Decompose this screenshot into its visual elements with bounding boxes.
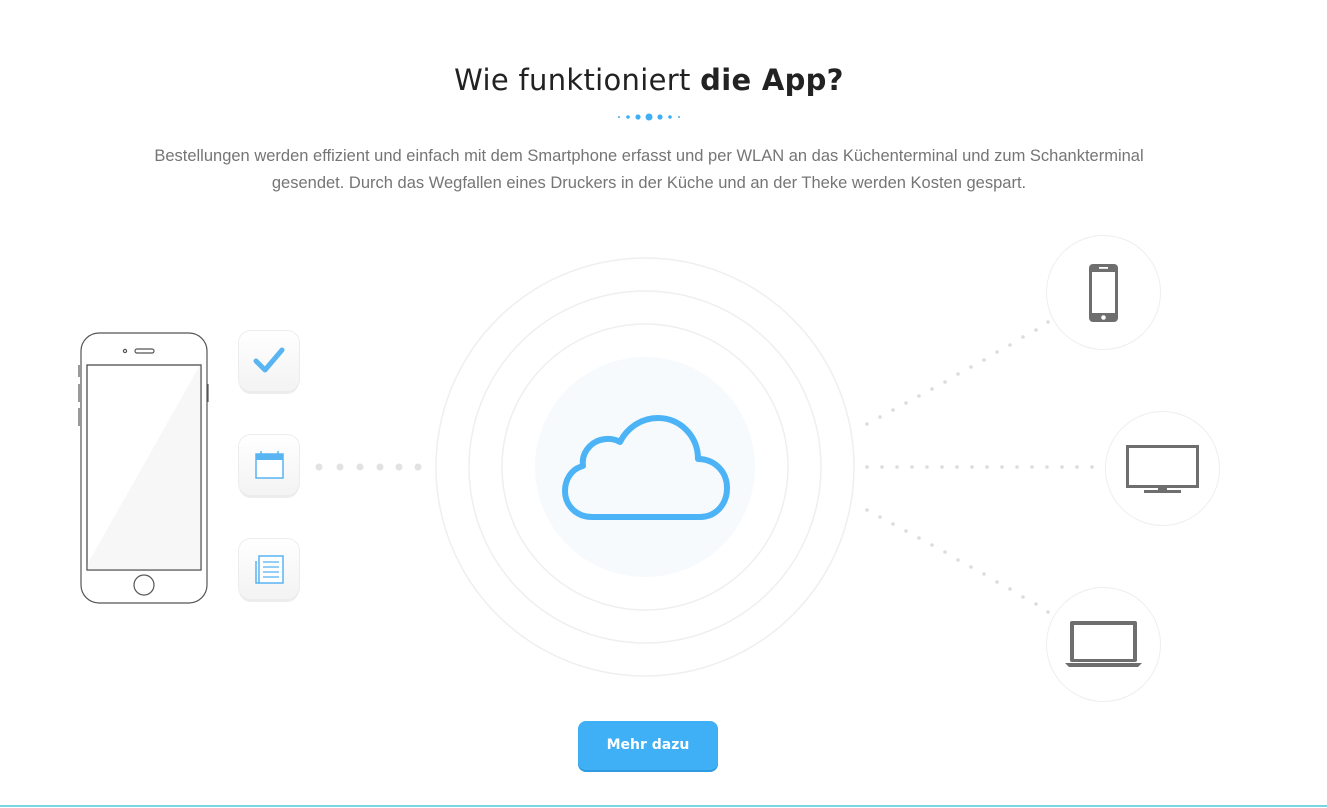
device-circle-smartphone [1046, 235, 1161, 350]
list-document-icon [255, 555, 284, 584]
more-info-button[interactable]: Mehr dazu [578, 721, 718, 770]
connector-right-middle [865, 465, 1094, 469]
how-it-works-section: Wie funktioniert die App? Bestellungen w… [0, 0, 1327, 808]
smartphone-outline-icon [78, 332, 209, 604]
app-icon-list [239, 539, 299, 599]
smartphone-icon [1089, 264, 1118, 322]
laptop-icon [1065, 621, 1142, 667]
calendar-icon [255, 451, 284, 479]
section-bottom-border [0, 805, 1327, 807]
device-circle-laptop [1046, 587, 1161, 702]
connector-right-bottom [865, 508, 1050, 614]
device-circle-monitor [1105, 411, 1220, 526]
app-icon-calendar [239, 435, 299, 495]
app-icon-checklist [239, 331, 299, 391]
monitor-icon [1126, 445, 1199, 493]
checkmark-icon [253, 347, 285, 373]
connector-right-top [865, 320, 1050, 426]
connector-left [315, 463, 422, 471]
